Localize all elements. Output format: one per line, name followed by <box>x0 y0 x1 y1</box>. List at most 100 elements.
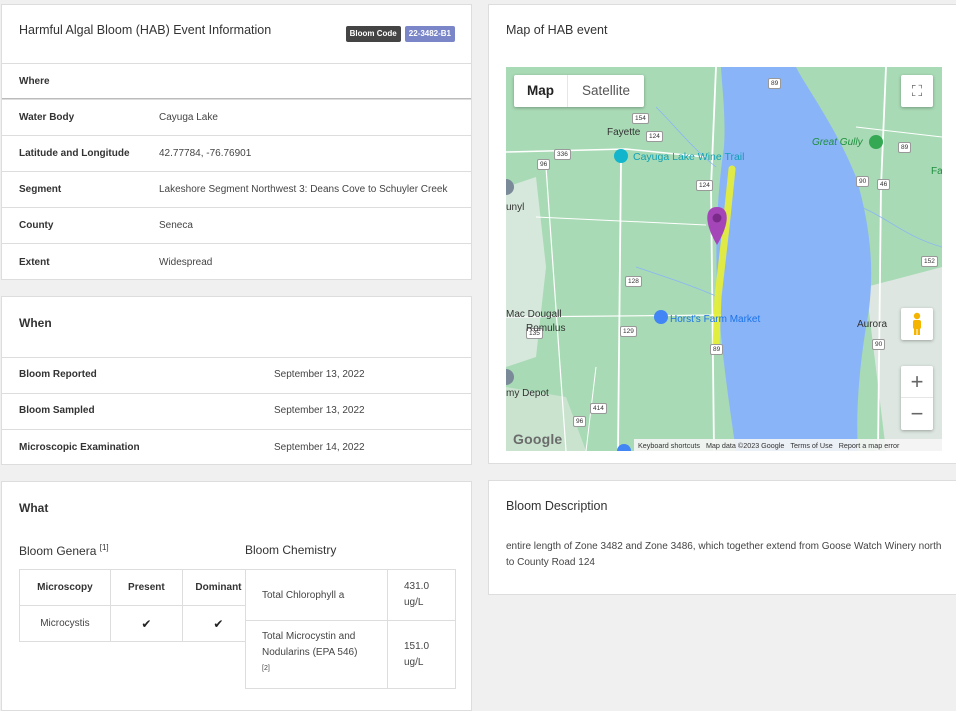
map-label-army-depot: my Depot <box>506 388 549 399</box>
keyboard-shortcuts-link[interactable]: Keyboard shortcuts <box>638 441 700 450</box>
water-body-label: Water Body <box>19 112 75 123</box>
extent-label: Extent <box>19 257 50 268</box>
what-card: What Bloom Genera [1] Microscopy Present… <box>1 481 472 711</box>
hab-info-title: Harmful Algal Bloom (HAB) Event Informat… <box>19 23 272 37</box>
bloom-genera-title-text: Bloom Genera <box>19 544 97 558</box>
chem-row-chlorophyll: Total Chlorophyll a 431.0 ug/L <box>245 569 456 621</box>
genera-table: Microscopy Present Dominant Microcystis … <box>19 569 256 642</box>
map-label-wine-trail[interactable]: Cayuga Lake Wine Trail <box>633 151 744 163</box>
genera-row: Microcystis ✔ ✔ <box>19 605 256 642</box>
extent-row: Extent Widespread <box>2 243 471 280</box>
map-canvas[interactable] <box>506 67 942 451</box>
zoom-out-icon[interactable]: − <box>901 398 933 430</box>
map-label-horsts[interactable]: Horst's Farm Market <box>670 314 760 325</box>
extent-value: Widespread <box>159 257 213 268</box>
chem-ref-link[interactable]: [2] <box>262 665 270 672</box>
genera-col-dominant: Dominant <box>181 569 256 606</box>
where-header-row: Where <box>2 63 471 99</box>
lat-long-label: Latitude and Longitude <box>19 148 130 159</box>
street-view-button[interactable] <box>901 308 933 340</box>
genera-ref-link[interactable]: [1] <box>100 543 109 552</box>
route-shield: 414 <box>590 403 607 414</box>
what-header: What <box>19 501 49 515</box>
route-shield: 46 <box>877 179 891 190</box>
route-shield: 89 <box>768 78 782 89</box>
great-gully-poi-icon <box>869 135 883 149</box>
map-label-mac-dougall: Mac Dougall <box>506 309 562 320</box>
genera-name: Microcystis <box>19 605 111 642</box>
pegman-icon <box>913 312 921 335</box>
route-shield: 336 <box>554 149 571 160</box>
bloom-reported-label: Bloom Reported <box>19 369 97 380</box>
bloom-genera-title: Bloom Genera [1] <box>19 543 109 558</box>
segment-label: Segment <box>19 184 62 195</box>
microscopic-exam-label: Microscopic Examination <box>19 442 140 453</box>
county-value: Seneca <box>159 220 193 231</box>
route-shield: 154 <box>632 113 649 124</box>
chem-name-microcystin-text: Total Microcystin and Nodularins (EPA 54… <box>262 630 358 658</box>
when-card: When Bloom Reported September 13, 2022 B… <box>1 296 472 465</box>
route-shield: 124 <box>696 180 713 191</box>
map-label-fayette: Fayette <box>607 127 641 138</box>
chem-name-chlorophyll-text: Total Chlorophyll a <box>262 589 345 601</box>
bloom-sampled-label: Bloom Sampled <box>19 405 95 416</box>
chem-value-microcystin: 151.0 ug/L <box>387 620 456 689</box>
fullscreen-button[interactable]: ⛶ <box>901 75 933 107</box>
genera-col-microscopy: Microscopy <box>19 569 111 606</box>
map-label-aurora: Aurora <box>857 319 888 330</box>
map-type-toggle: Map Satellite <box>514 75 645 107</box>
description-title: Bloom Description <box>506 499 608 513</box>
description-text: entire length of Zone 3482 and Zone 3486… <box>506 541 942 568</box>
map-title: Map of HAB event <box>506 23 608 37</box>
zoom-controls: + − <box>901 366 933 430</box>
report-map-error-link[interactable]: Report a map error <box>839 441 900 450</box>
hab-info-card: Harmful Algal Bloom (HAB) Event Informat… <box>1 4 472 280</box>
segment-row: Segment Lakeshore Segment Northwest 3: D… <box>2 171 471 207</box>
lat-long-row: Latitude and Longitude 42.77784, -76.769… <box>2 135 471 171</box>
route-shield: 90 <box>872 339 886 350</box>
route-shield: 96 <box>537 159 551 170</box>
satellite-tab[interactable]: Satellite <box>568 75 644 107</box>
map-label-fa: Fa <box>931 166 942 177</box>
google-logo[interactable]: Google <box>513 431 562 447</box>
bloom-code-badges: Bloom Code 22-3482-B1 <box>345 26 455 42</box>
hab-map[interactable]: 89 154 124 336 96 124 128 135 129 89 90 … <box>506 67 942 451</box>
dominant-check-icon: ✔ <box>181 605 256 642</box>
route-shield: 96 <box>573 416 587 427</box>
lat-long-value: 42.77784, -76.76901 <box>159 148 252 159</box>
where-header: Where <box>19 76 50 87</box>
chemistry-table: Total Chlorophyll a 431.0 ug/L Total Mic… <box>245 569 456 689</box>
bloom-reported-row: Bloom Reported September 13, 2022 <box>2 357 471 393</box>
chem-value-chlorophyll: 431.0 ug/L <box>387 569 456 621</box>
county-label: County <box>19 220 54 231</box>
map-label-romulus: Romulus <box>526 323 566 334</box>
county-row: County Seneca <box>2 207 471 243</box>
horsts-poi-icon <box>654 310 668 324</box>
water-body-value: Cayuga Lake <box>159 112 218 123</box>
microscopic-exam-row: Microscopic Examination September 14, 20… <box>2 429 471 465</box>
wine-trail-poi-icon <box>614 149 628 163</box>
description-card: Bloom Description entire length of Zone … <box>488 480 956 595</box>
segment-link[interactable]: Lakeshore Segment Northwest 3: Deans Cov… <box>159 184 447 195</box>
zoom-in-icon[interactable]: + <box>901 366 933 398</box>
map-label-unyl: unyl <box>506 202 525 213</box>
route-shield: 128 <box>625 276 642 287</box>
when-header: When <box>19 316 52 330</box>
map-tab[interactable]: Map <box>514 75 568 107</box>
map-card: Map of HAB event 89 154 124 336 96 124 1… <box>488 4 956 464</box>
map-label-great-gully[interactable]: Great Gully <box>812 137 863 148</box>
microscopic-exam-value: September 14, 2022 <box>274 442 365 453</box>
route-shield: 152 <box>921 256 938 267</box>
route-shield: 89 <box>898 142 912 153</box>
genera-header-row: Microscopy Present Dominant <box>19 569 256 606</box>
route-shield: 124 <box>646 131 663 142</box>
chem-name-chlorophyll: Total Chlorophyll a <box>245 569 388 621</box>
map-data-credit: Map data ©2023 Google <box>705 440 785 450</box>
map-footer: Keyboard shortcuts Map data ©2023 Google… <box>634 439 942 451</box>
bloom-chemistry-title: Bloom Chemistry <box>245 543 337 557</box>
chem-row-microcystin: Total Microcystin and Nodularins (EPA 54… <box>245 620 456 689</box>
present-check-icon: ✔ <box>109 605 183 642</box>
water-body-row: Water Body Cayuga Lake <box>2 99 471 135</box>
terms-link[interactable]: Terms of Use <box>790 441 832 450</box>
bloom-sampled-row: Bloom Sampled September 13, 2022 <box>2 393 471 429</box>
